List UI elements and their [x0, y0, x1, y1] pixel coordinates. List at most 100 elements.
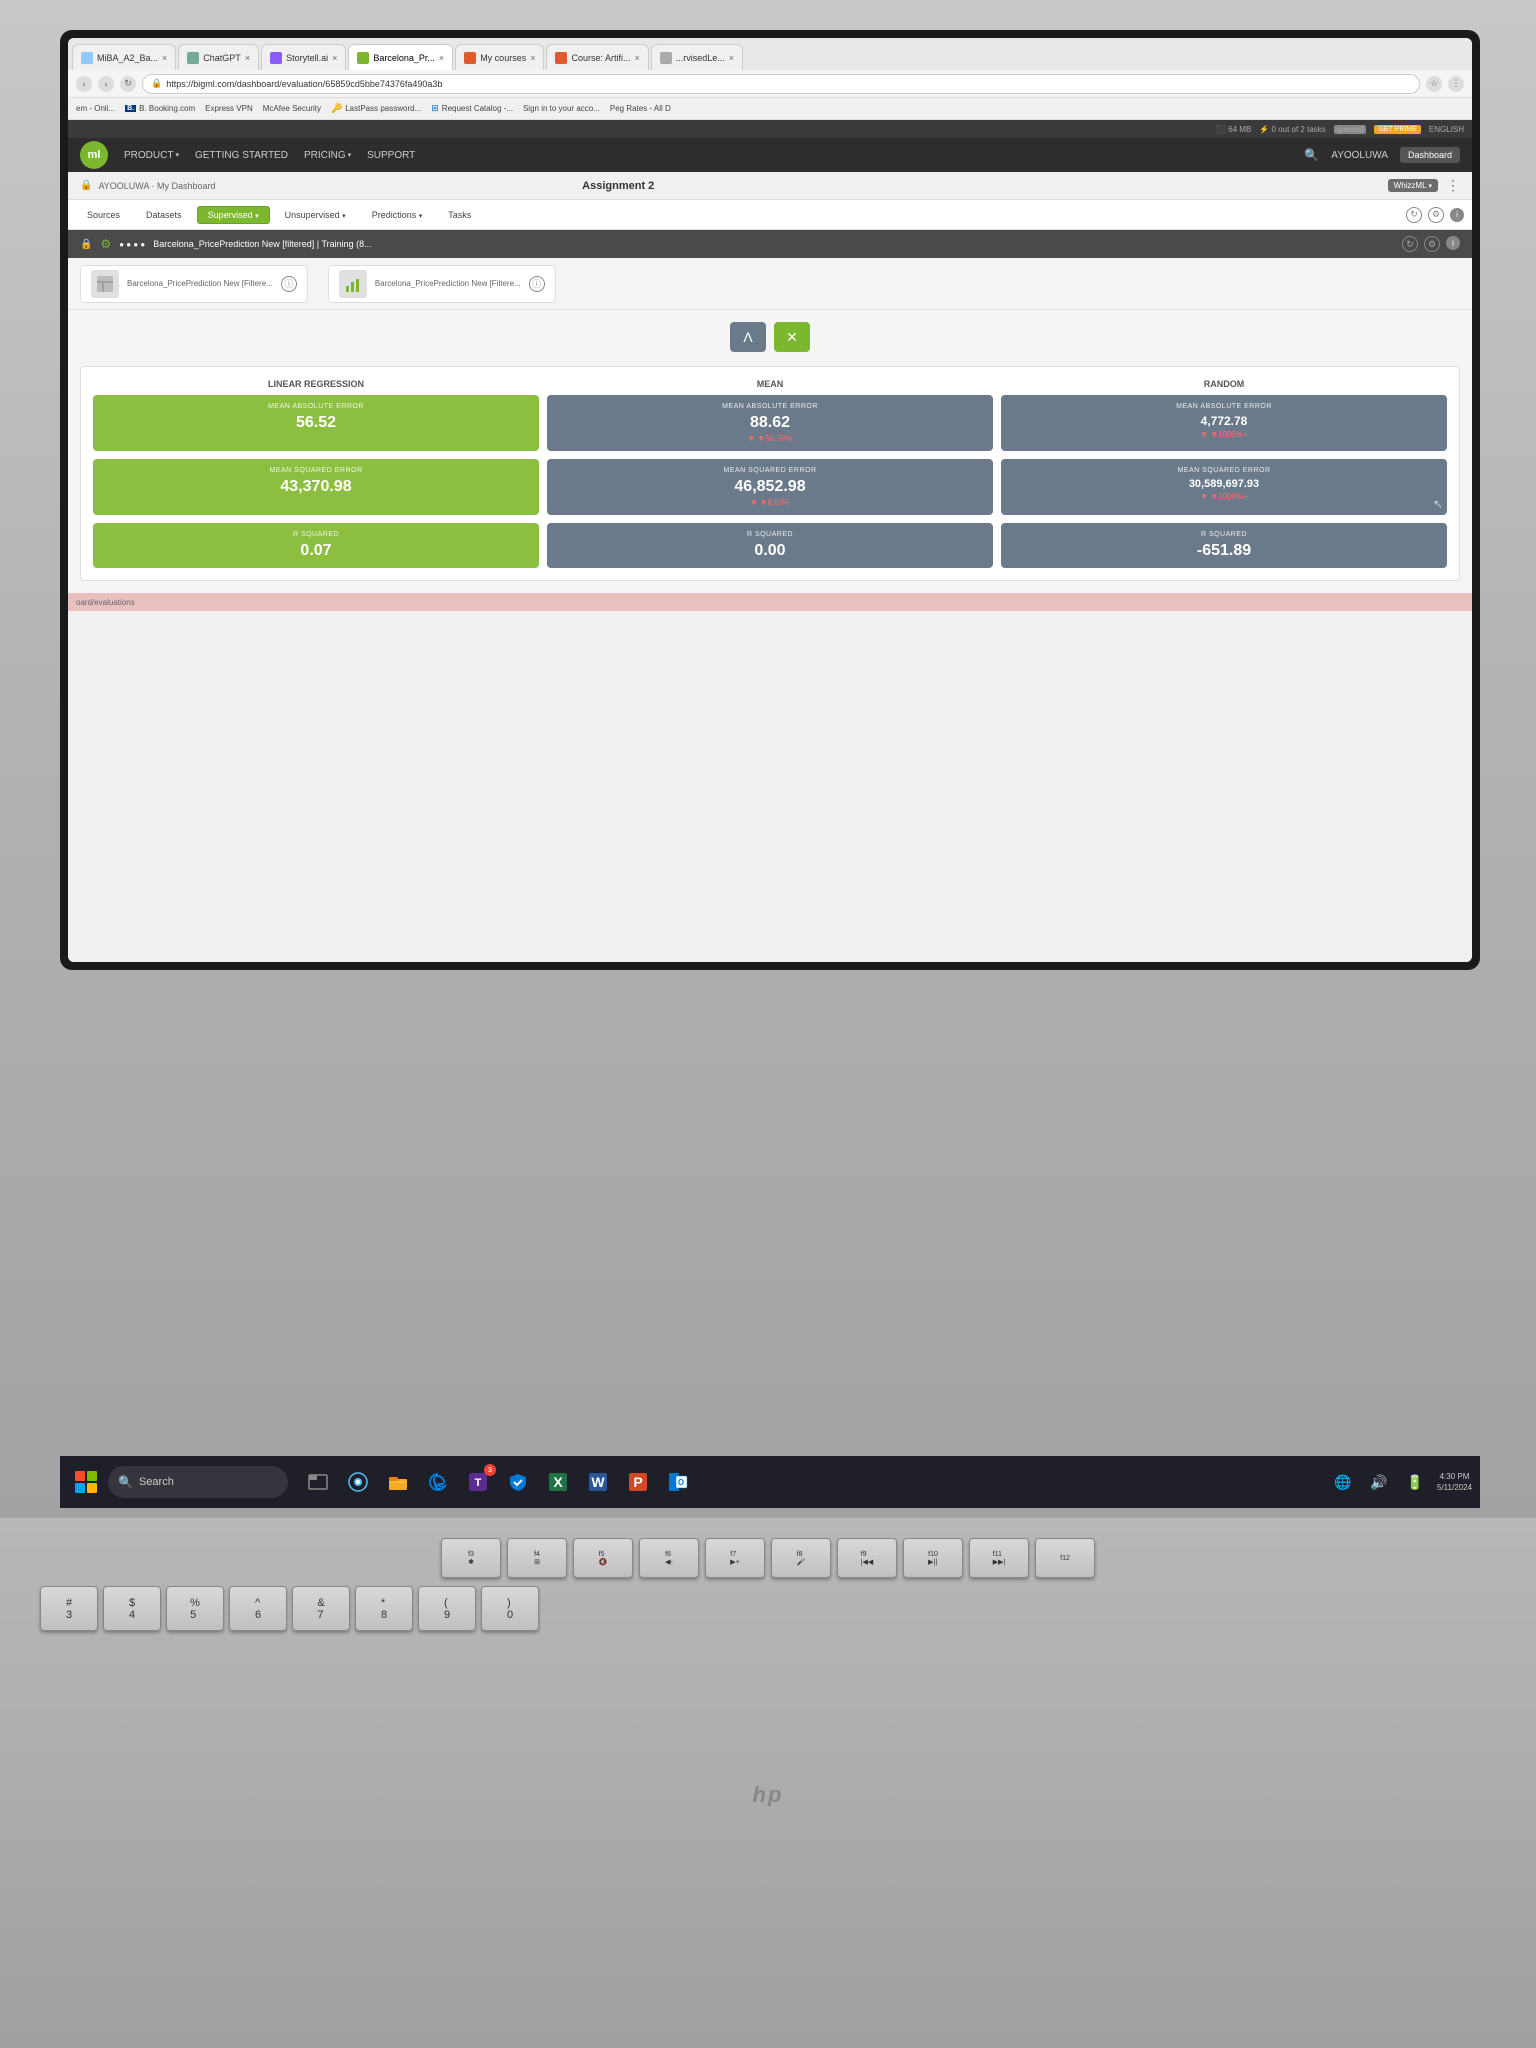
bookmark-booking[interactable]: B. B. Booking.com [125, 104, 195, 113]
key-f7[interactable]: f7▶+ [705, 1538, 765, 1578]
bookmark-em[interactable]: em - Onli... [76, 104, 115, 113]
bookmark-peg-rates[interactable]: Peg Rates - All D [610, 104, 671, 113]
lr-mse-card: MEAN SQUARED ERROR 43,370.98 [93, 459, 539, 515]
search-icon[interactable]: 🔍 [1304, 148, 1319, 162]
model-btn-classification[interactable]: ✕ [774, 322, 810, 352]
taskbar-app-teams[interactable]: T 3 [460, 1464, 496, 1500]
nav-getting-started[interactable]: GETTING STARTED [195, 150, 288, 161]
settings-gear-icon[interactable]: ⚙ [1428, 207, 1444, 223]
taskbar-app-edge[interactable] [420, 1464, 456, 1500]
bookmark-lastpass[interactable]: 🔑 LastPass password... [331, 103, 421, 114]
mean-r2-label: R SQUARED [555, 531, 985, 538]
mean-r2-card: R SQUARED 0.00 [547, 523, 993, 568]
mean-mae-value: 88.62 [555, 414, 985, 432]
forward-button[interactable]: › [98, 76, 114, 92]
nav-support[interactable]: SUPPORT [367, 150, 415, 161]
key-5[interactable]: %5 [166, 1586, 224, 1631]
key-f4[interactable]: f4⊞ [507, 1538, 567, 1578]
nav-datasets[interactable]: Datasets [135, 206, 193, 224]
language-selector[interactable]: ENGLISH [1429, 125, 1464, 134]
tab-barcelona[interactable]: Barcelona_Pr... × [348, 44, 453, 70]
mae-row: MEAN ABSOLUTE ERROR 56.52 MEAN ABSOLUTE … [93, 395, 1447, 451]
key-f6[interactable]: f6◀- [639, 1538, 699, 1578]
key-0[interactable]: )0 [481, 1586, 539, 1631]
model-info-icon[interactable]: i [1446, 236, 1460, 250]
tab-mycourses[interactable]: My courses × [455, 44, 544, 70]
key-f9[interactable]: f9|◀◀ [837, 1538, 897, 1578]
key-f8[interactable]: f8🎤 [771, 1538, 831, 1578]
nav-unsupervised[interactable]: Unsupervised ▾ [274, 206, 357, 224]
nav-sources[interactable]: Sources [76, 206, 131, 224]
model-btn-regression[interactable]: Λ [730, 322, 766, 352]
tab-storytell[interactable]: Storytell.ai × [261, 44, 346, 70]
key-7[interactable]: &7 [292, 1586, 350, 1631]
key-8[interactable]: *8 [355, 1586, 413, 1631]
dashboard-button[interactable]: Dashboard [1400, 147, 1460, 163]
key-f11[interactable]: f11▶▶| [969, 1538, 1029, 1578]
tab-miba[interactable]: MiBA_A2_Ba... × [72, 44, 176, 70]
model-cards-row: Barcelona_PricePrediction New [Filtere..… [68, 258, 1472, 310]
taskbar-app-excel[interactable]: X [540, 1464, 576, 1500]
info-icon[interactable]: i [1450, 208, 1464, 222]
taskbar-app-defender[interactable] [500, 1464, 536, 1500]
more-options-icon[interactable]: ⋮ [1446, 177, 1460, 194]
key-f5[interactable]: f5🔇 [573, 1538, 633, 1578]
tab-close-storytell[interactable]: × [332, 53, 337, 63]
model-card-1[interactable]: Barcelona_PricePrediction New [Filtere..… [80, 265, 308, 303]
bookmark-mcafee[interactable]: McAfee Security [263, 104, 321, 113]
model-sync-icon[interactable]: ↻ [1402, 236, 1418, 252]
key-f3[interactable]: f3✱ [441, 1538, 501, 1578]
prime-button[interactable]: GET PRIME [1374, 125, 1420, 134]
tab-supervised[interactable]: ...rvisedLe... × [651, 44, 743, 70]
taskbar-app-outlook[interactable]: O [660, 1464, 696, 1500]
key-f10[interactable]: f10▶|| [903, 1538, 963, 1578]
taskbar-app-files[interactable] [300, 1464, 336, 1500]
sync-icon[interactable]: ↻ [1406, 207, 1422, 223]
settings-button[interactable]: ⋮ [1448, 76, 1464, 92]
taskbar-app-word[interactable]: W [580, 1464, 616, 1500]
mean-mse-card: MEAN SQUARED ERROR 46,852.98 ▼ ▼8.03% [547, 459, 993, 515]
start-button[interactable] [68, 1464, 104, 1500]
taskbar-app-video[interactable] [340, 1464, 376, 1500]
key-6[interactable]: ^6 [229, 1586, 287, 1631]
taskbar-app-folder[interactable] [380, 1464, 416, 1500]
model-card-2[interactable]: Barcelona_PricePrediction New [Filtere..… [328, 265, 556, 303]
tab-close-course[interactable]: × [635, 53, 640, 63]
nav-tasks[interactable]: Tasks [437, 206, 482, 224]
metrics-header-row: LINEAR REGRESSION MEAN RANDOM [93, 379, 1447, 389]
tab-course[interactable]: Course: Artifi... × [546, 44, 648, 70]
reload-button[interactable]: ↻ [120, 76, 136, 92]
taskbar-app-powerpoint[interactable]: P [620, 1464, 656, 1500]
svg-text:P: P [633, 1474, 642, 1490]
random-r2-card: R SQUARED -651.89 [1001, 523, 1447, 568]
nav-supervised[interactable]: Supervised ▾ [197, 206, 270, 224]
bookmark-request-catalog[interactable]: ⊞ Request Catalog -... [431, 103, 513, 114]
back-button[interactable]: ‹ [76, 76, 92, 92]
battery-icon[interactable]: 🔋 [1401, 1468, 1429, 1496]
address-bar[interactable]: 🔒 https://bigml.com/dashboard/evaluation… [142, 74, 1420, 94]
bookmark-expressvpn[interactable]: Express VPN [205, 104, 253, 113]
tab-close-chatgpt[interactable]: × [245, 53, 250, 63]
sound-icon[interactable]: 🔊 [1365, 1468, 1393, 1496]
model-card-1-info[interactable]: ⓘ [281, 276, 297, 292]
bookmark-button[interactable]: ☆ [1426, 76, 1442, 92]
taskbar-search-text: Search [139, 1476, 174, 1488]
key-9[interactable]: (9 [418, 1586, 476, 1631]
tab-chatgpt[interactable]: ChatGPT × [178, 44, 259, 70]
tab-close-barcelona[interactable]: × [439, 53, 444, 63]
tab-close-supervised[interactable]: × [729, 53, 734, 63]
tab-close-mycourses[interactable]: × [530, 53, 535, 63]
model-settings-icon[interactable]: ⚙ [1424, 236, 1440, 252]
bookmark-sign-in[interactable]: Sign in to your acco... [523, 104, 600, 113]
tab-close-miba[interactable]: × [162, 53, 167, 63]
network-icon[interactable]: 🌐 [1329, 1468, 1357, 1496]
nav-product[interactable]: PRODUCT ▾ [124, 150, 179, 161]
key-4[interactable]: $4 [103, 1586, 161, 1631]
key-f12[interactable]: f12 [1035, 1538, 1095, 1578]
model-card-2-info[interactable]: ⓘ [529, 276, 545, 292]
key-3[interactable]: #3 [40, 1586, 98, 1631]
nav-pricing[interactable]: PRICING ▾ [304, 150, 351, 161]
model-dots: ● ● ● ● [119, 240, 145, 249]
nav-predictions[interactable]: Predictions ▾ [361, 206, 434, 224]
taskbar-search-box[interactable]: 🔍 Search [108, 1466, 288, 1498]
